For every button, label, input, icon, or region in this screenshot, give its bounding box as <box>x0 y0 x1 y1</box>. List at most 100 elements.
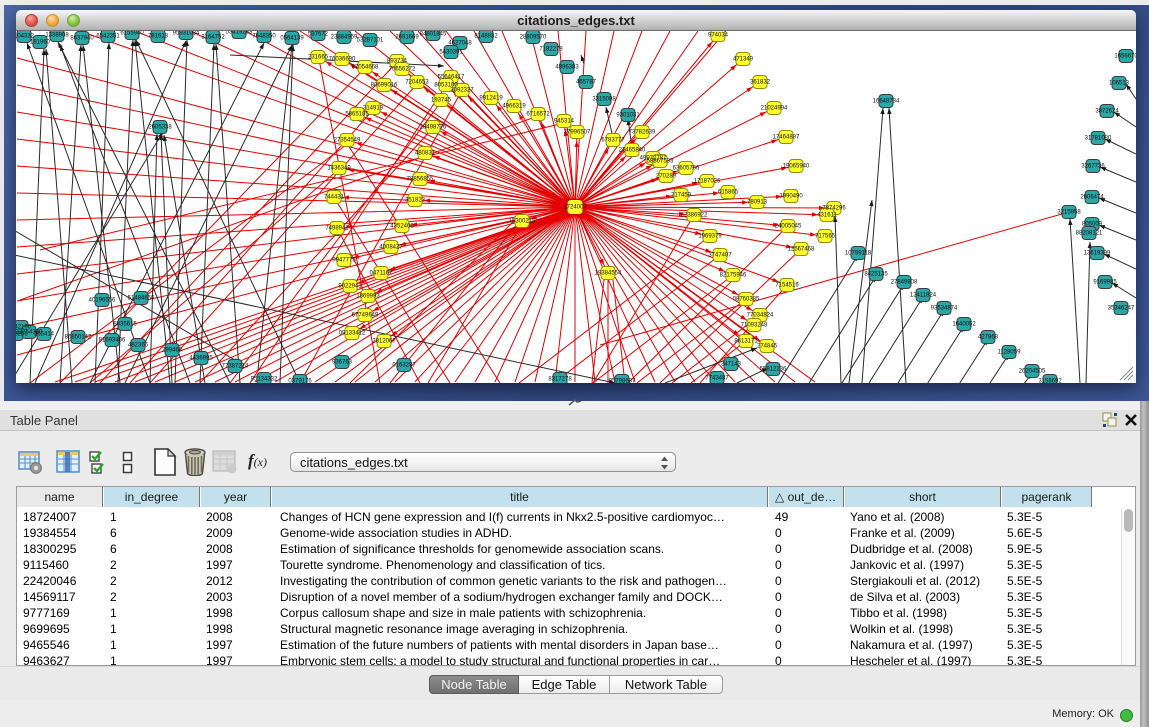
svg-text:3315098: 3315098 <box>592 97 616 103</box>
svg-text:86850142: 86850142 <box>65 335 92 341</box>
svg-text:8425135: 8425135 <box>864 272 888 278</box>
svg-text:7743487: 7743487 <box>705 376 729 382</box>
svg-text:84801845: 84801845 <box>420 32 447 38</box>
svg-text:28498776: 28498776 <box>420 125 447 131</box>
svg-text:12567468: 12567468 <box>788 247 815 253</box>
svg-text:217459: 217459 <box>671 193 692 199</box>
svg-text:71093248: 71093248 <box>741 323 768 329</box>
svg-text:7204653: 7204653 <box>405 80 429 86</box>
svg-text:7874296: 7874296 <box>822 206 846 212</box>
svg-text:2605338: 2605338 <box>148 125 172 131</box>
svg-text:299468: 299468 <box>162 348 183 354</box>
svg-text:55646417: 55646417 <box>438 75 465 81</box>
svg-text:347143: 347143 <box>721 362 742 368</box>
svg-text:81693406: 81693406 <box>99 338 126 344</box>
svg-text:95134332: 95134332 <box>251 377 278 383</box>
svg-text:17464887: 17464887 <box>773 135 800 141</box>
svg-text:58867533: 58867533 <box>647 159 674 165</box>
svg-text:7154516: 7154516 <box>775 283 799 289</box>
svg-text:21465840: 21465840 <box>619 148 646 154</box>
svg-text:19065940: 19065940 <box>783 164 810 170</box>
svg-text:945314: 945314 <box>554 119 575 125</box>
svg-text:482366: 482366 <box>128 343 149 349</box>
svg-text:3747407: 3747407 <box>708 253 732 259</box>
svg-text:193745: 193745 <box>431 98 452 104</box>
svg-text:717565: 717565 <box>815 234 836 240</box>
svg-text:365414: 365414 <box>34 332 55 338</box>
svg-text:1436349: 1436349 <box>327 166 351 172</box>
svg-text:63605766: 63605766 <box>673 166 700 172</box>
svg-text:8637940: 8637940 <box>70 36 94 42</box>
svg-text:3215958: 3215958 <box>1057 210 1081 216</box>
svg-text:8148932: 8148932 <box>474 34 498 40</box>
svg-text:1656670: 1656670 <box>1114 54 1136 60</box>
svg-text:0379176: 0379176 <box>288 379 312 384</box>
svg-text:781618: 781618 <box>148 34 169 40</box>
svg-text:427868: 427868 <box>978 335 999 341</box>
svg-text:5865185: 5865185 <box>345 112 369 118</box>
svg-text:270289: 270289 <box>656 174 677 180</box>
svg-text:53419283: 53419283 <box>226 31 253 36</box>
svg-text:73782639: 73782639 <box>629 130 656 136</box>
svg-text:3092327: 3092327 <box>450 88 474 94</box>
svg-text:27849808: 27849808 <box>891 280 918 286</box>
svg-text:780913: 780913 <box>747 200 768 206</box>
svg-text:3267736: 3267736 <box>1081 164 1105 170</box>
svg-text:77387214: 77387214 <box>222 364 249 370</box>
svg-text:1338908: 1338908 <box>45 33 69 39</box>
svg-text:08760385: 08760385 <box>733 297 760 303</box>
svg-text:76036690: 76036690 <box>329 57 356 63</box>
svg-text:62386922: 62386922 <box>681 213 708 219</box>
svg-text:2812067: 2812067 <box>372 339 396 345</box>
svg-text:67749649: 67749649 <box>352 313 379 319</box>
svg-text:181960: 181960 <box>30 40 51 46</box>
svg-text:35346247: 35346247 <box>1108 306 1135 312</box>
svg-text:4966319: 4966319 <box>502 104 526 110</box>
svg-text:80699016: 80699016 <box>371 83 398 89</box>
svg-text:361832: 361832 <box>750 80 771 86</box>
svg-text:0471167: 0471167 <box>370 271 394 277</box>
svg-text:31781080: 31781080 <box>1085 136 1112 142</box>
svg-text:8613171: 8613171 <box>734 339 758 345</box>
svg-text:88208121: 88208121 <box>1076 231 1103 237</box>
svg-text:9301031: 9301031 <box>616 113 640 119</box>
svg-text:09133412: 09133412 <box>339 331 366 337</box>
svg-text:7182278: 7182278 <box>539 47 563 53</box>
svg-text:95798687: 95798687 <box>609 379 636 384</box>
svg-text:106513: 106513 <box>1109 81 1130 87</box>
svg-text:9169985: 9169985 <box>1093 280 1117 286</box>
svg-text:0947775: 0947775 <box>332 258 356 264</box>
svg-text:4352408: 4352408 <box>390 224 414 230</box>
svg-text:9912419: 9912419 <box>479 96 503 102</box>
svg-text:615865: 615865 <box>718 190 739 196</box>
svg-text:3990490: 3990490 <box>779 194 803 200</box>
svg-text:53287101: 53287101 <box>357 38 384 44</box>
svg-text:480831: 480831 <box>415 151 436 157</box>
svg-text:6716572: 6716572 <box>526 112 550 118</box>
svg-text:231665: 231665 <box>308 55 329 61</box>
svg-text:0163287: 0163287 <box>392 363 416 369</box>
svg-text:351823: 351823 <box>405 198 426 204</box>
svg-text:1724007: 1724007 <box>563 205 587 211</box>
svg-text:55812236: 55812236 <box>760 367 787 373</box>
svg-text:16648784: 16648784 <box>873 99 900 105</box>
svg-text:24005045: 24005045 <box>775 224 802 230</box>
svg-text:93534874: 93534874 <box>931 306 958 312</box>
svg-text:70656272: 70656272 <box>389 67 416 73</box>
svg-text:51484656: 51484656 <box>128 296 155 302</box>
svg-text:1969379: 1969379 <box>698 234 722 240</box>
svg-text:9022941: 9022941 <box>338 284 362 290</box>
svg-text:5430391: 5430391 <box>439 50 463 56</box>
svg-text:1128059: 1128059 <box>998 350 1022 356</box>
svg-text:12411824: 12411824 <box>910 293 937 299</box>
svg-text:28809570: 28809570 <box>520 35 547 41</box>
svg-text:23884969: 23884969 <box>331 35 358 41</box>
svg-text:6542351: 6542351 <box>96 34 120 40</box>
svg-text:4008427: 4008427 <box>379 245 403 251</box>
svg-text:465787: 465787 <box>576 80 597 86</box>
svg-text:13619399: 13619399 <box>1084 251 1111 257</box>
svg-text:4627048: 4627048 <box>448 41 472 47</box>
svg-text:8835615: 8835615 <box>113 322 137 328</box>
svg-text:3872624: 3872624 <box>1095 109 1119 115</box>
svg-text:805009: 805009 <box>1082 222 1103 228</box>
